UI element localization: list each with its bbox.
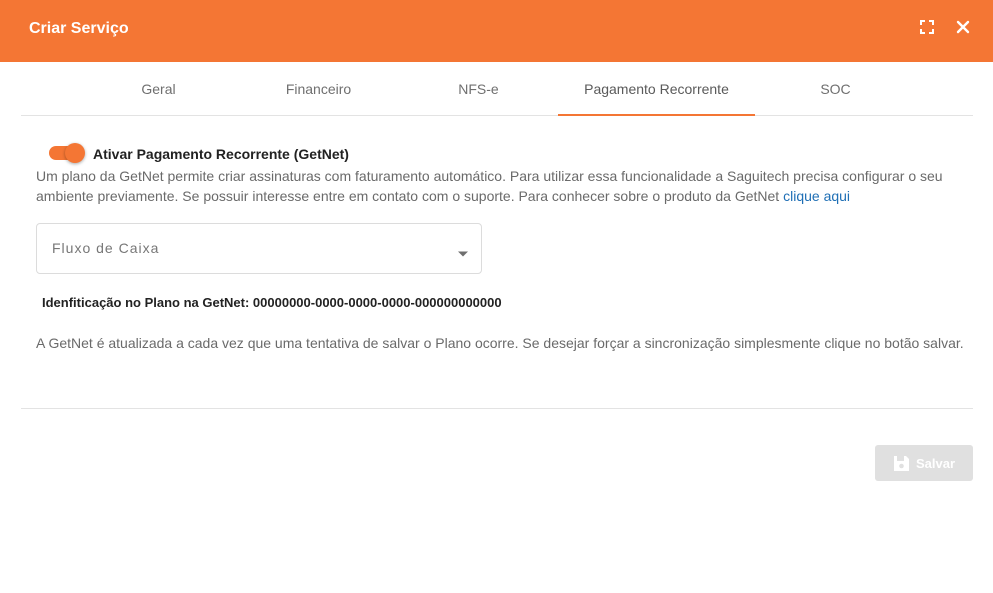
save-button-label: Salvar <box>915 455 956 471</box>
close-icon[interactable] <box>953 17 973 37</box>
tab-soc[interactable]: SOC <box>788 62 883 116</box>
dialog-header: Criar Serviço <box>0 0 993 62</box>
expand-icon[interactable] <box>917 17 937 37</box>
tab-financeiro[interactable]: Financeiro <box>271 62 366 116</box>
tab-pagamento-recorrente[interactable]: Pagamento Recorrente <box>558 62 755 116</box>
getnet-plan-id: Idenfiticação no Plano na GetNet: 000000… <box>42 295 502 310</box>
toggle-knob <box>65 143 85 163</box>
sync-info-text: A GetNet é atualizada a cada vez que uma… <box>36 335 964 351</box>
dialog-title: Criar Serviço <box>29 20 129 37</box>
save-button[interactable]: Salvar <box>875 445 973 481</box>
tab-geral[interactable]: Geral <box>111 62 206 116</box>
recurring-description: Um plano da GetNet permite criar assinat… <box>36 166 966 206</box>
divider <box>21 408 973 409</box>
plan-select-value: Fluxo de Caixa <box>52 240 160 256</box>
tab-bar: Geral Financeiro NFS-e Pagamento Recorre… <box>21 62 973 116</box>
toggle-label: Ativar Pagamento Recorrente (GetNet) <box>93 146 349 162</box>
learn-more-link[interactable]: clique aqui <box>783 188 850 204</box>
floppy-disk-icon <box>893 455 910 472</box>
tab-nfse[interactable]: NFS-e <box>431 62 526 116</box>
recurring-payment-toggle[interactable] <box>49 143 85 163</box>
plan-select[interactable]: Fluxo de Caixa <box>36 223 482 274</box>
caret-down-icon <box>457 245 469 257</box>
